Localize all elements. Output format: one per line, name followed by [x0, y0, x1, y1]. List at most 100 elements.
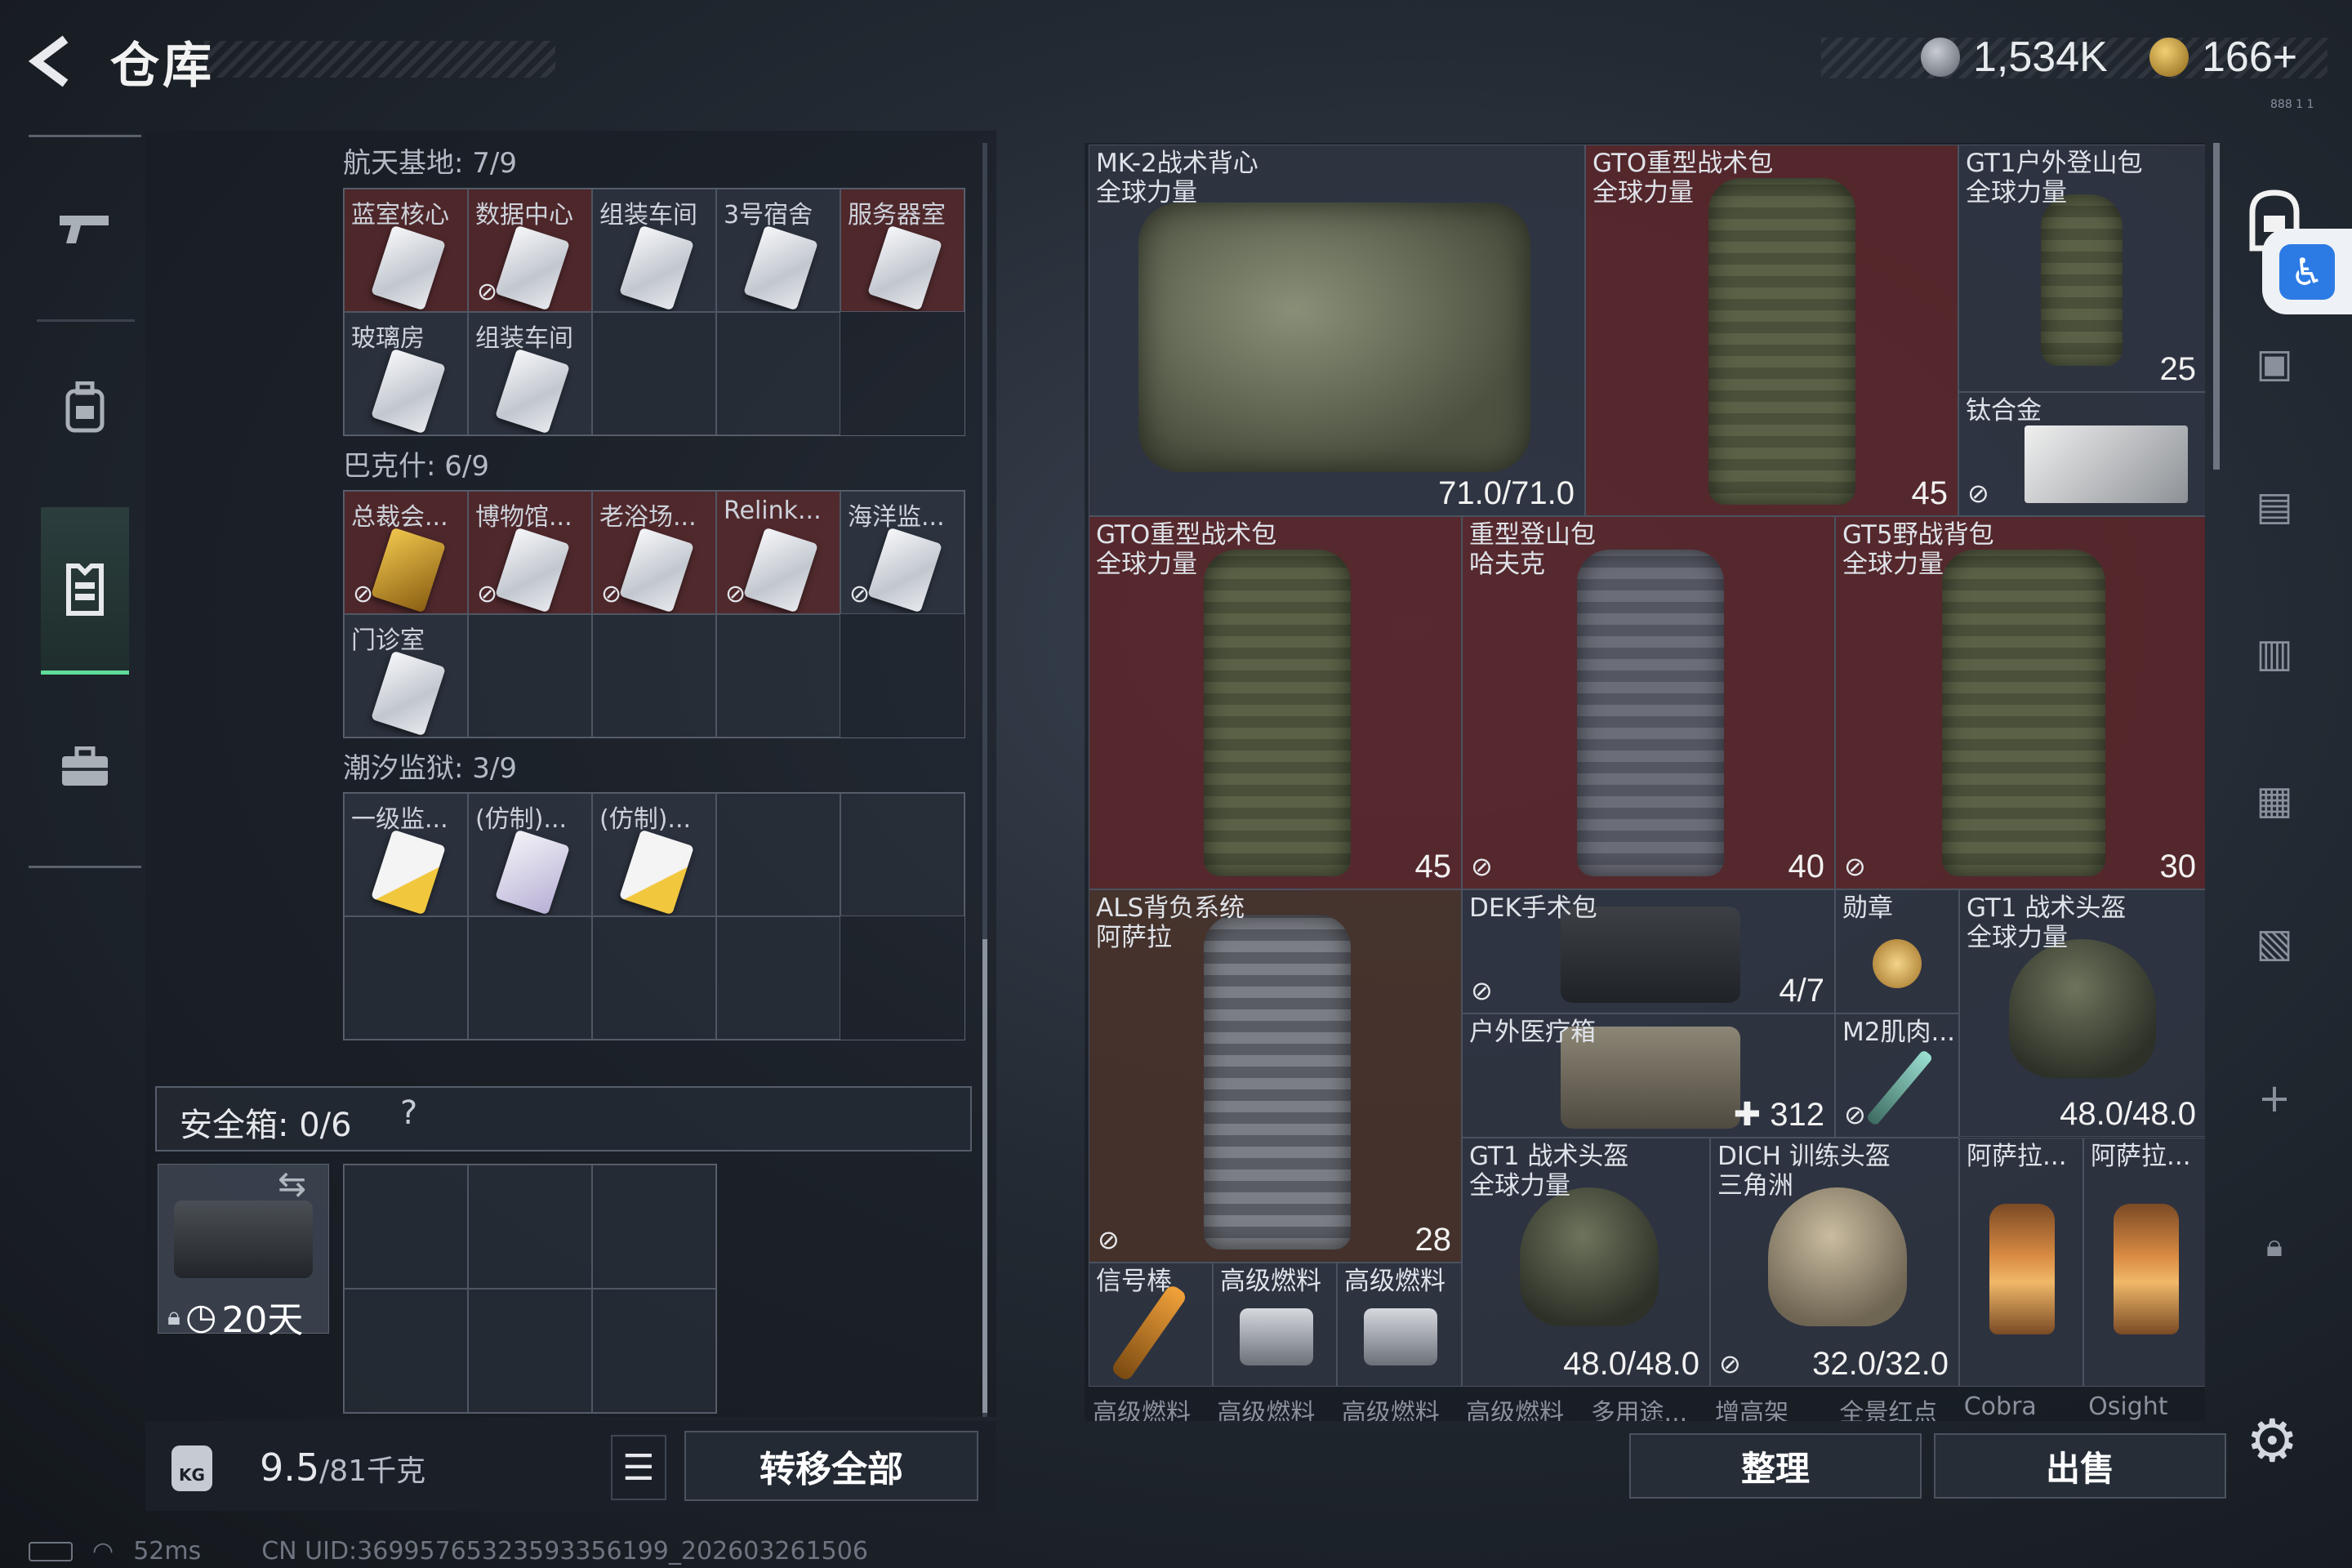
empty-slot[interactable] [592, 312, 716, 435]
item-name-partial[interactable]: Cobra [1956, 1392, 2080, 1421]
keycard-slot[interactable]: 组装车间 [468, 312, 592, 435]
stash-item[interactable]: 勋章 [1835, 889, 1959, 1013]
empty-slot[interactable] [592, 916, 716, 1040]
keycard-slot[interactable]: (仿制)... [592, 793, 716, 916]
medal-image [1873, 939, 1922, 988]
safe-case-icon [174, 1200, 313, 1278]
empty-slot[interactable] [344, 1165, 468, 1289]
no-trade-icon: ⊘ [1471, 975, 1493, 1006]
weight-readout: 9.5/81千克 [260, 1446, 425, 1490]
slot-label: 海洋监... [848, 503, 945, 532]
empty-slot[interactable] [716, 614, 840, 737]
stash-page-3-button[interactable]: ▤ [2238, 470, 2311, 543]
item-name-partial[interactable]: 增高架 [1707, 1392, 1831, 1421]
item-name-partial[interactable]: 高级燃料 [1334, 1392, 1458, 1421]
no-trade-icon: ⊘ [1844, 851, 1866, 882]
empty-slot[interactable] [716, 793, 840, 916]
accessibility-button[interactable]: ♿︎ [2262, 229, 2352, 314]
stash-item[interactable]: 户外医疗箱 ✚ 312 [1462, 1013, 1835, 1138]
empty-slot[interactable] [592, 1289, 716, 1413]
empty-slot[interactable] [468, 916, 592, 1040]
keycard-slot[interactable]: 一级监... [344, 793, 468, 916]
currency-silver[interactable]: 1,534K [1921, 31, 2108, 83]
item-name: GTO重型战术包 全球力量 [1592, 149, 1774, 207]
keycard-slot[interactable]: 服务器室 [840, 189, 964, 312]
stash-item[interactable]: 阿萨拉... [1959, 1138, 2083, 1387]
keycard-slot[interactable]: 博物馆... ⊘ [468, 491, 592, 614]
empty-slot[interactable] [468, 1165, 592, 1289]
nav-toolbox[interactable] [41, 723, 129, 811]
keycard-slot[interactable]: 3号宿舍 [716, 189, 840, 312]
left-scrollbar-thumb[interactable] [982, 939, 987, 1413]
empty-slot[interactable] [716, 916, 840, 1040]
item-name-partial[interactable]: 多用途... [1583, 1392, 1707, 1421]
nav-backpack[interactable] [41, 363, 129, 452]
stash-item[interactable]: DEK手术包 ⊘ 4/7 [1462, 889, 1835, 1013]
stash-item[interactable]: GT1 战术头盔 全球力量 48.0/48.0 [1959, 889, 2205, 1137]
item-name-partial[interactable]: 高级燃料 [1458, 1392, 1582, 1421]
empty-slot[interactable] [344, 916, 468, 1040]
item-name-partial[interactable]: 高级燃料 [1209, 1392, 1333, 1421]
stash-item[interactable]: DICH 训练头盔 三角洲 ⊘ 32.0/32.0 [1710, 1138, 1959, 1387]
safe-box-help-icon[interactable]: ? [400, 1094, 417, 1132]
keycard-icon [743, 527, 818, 613]
empty-slot[interactable] [592, 1165, 716, 1289]
stash-item[interactable]: GT1户外登山包 全球力量 25 [1958, 145, 2205, 392]
keycard-slot[interactable]: (仿制)... [468, 793, 592, 916]
keycard-slot[interactable]: Relink... ⊘ [716, 491, 840, 614]
stash-item[interactable]: 高级燃料 [1337, 1263, 1462, 1387]
keycard-slot[interactable]: 门诊室 [344, 614, 468, 737]
stash-item[interactable]: MK-2战术背心 全球力量 71.0/71.0 [1089, 145, 1585, 516]
keycard-icon [371, 348, 446, 434]
sort-button[interactable]: 整理 [1629, 1433, 1922, 1499]
stash-item[interactable]: 钛合金 ⊘ [1958, 392, 2205, 516]
empty-slot[interactable] [344, 1289, 468, 1413]
stash-item[interactable]: 高级燃料 [1213, 1263, 1337, 1387]
back-arrow-icon[interactable] [24, 33, 82, 90]
stash-page-2-button[interactable]: ▣ [2238, 327, 2311, 400]
stash-item[interactable]: GTO重型战术包 全球力量 45 [1585, 145, 1958, 516]
keycard-slot[interactable]: 蓝室核心 [344, 189, 468, 312]
locked-page-button[interactable]: 🔒︎ [2238, 1209, 2311, 1282]
nav-armor[interactable] [41, 507, 129, 675]
keycard-slot[interactable]: 数据中心 ⊘ [468, 189, 592, 312]
stash-item[interactable]: 重型登山包 哈夫克 ⊘ 40 [1462, 516, 1835, 889]
stash-item[interactable]: 阿萨拉... [2083, 1138, 2205, 1387]
keycard-slot[interactable]: 海洋监... ⊘ [840, 491, 964, 614]
swap-icon[interactable]: ⇆ [278, 1164, 306, 1204]
stash-page-4-button[interactable]: ▥ [2238, 617, 2311, 690]
empty-slot[interactable] [468, 614, 592, 737]
item-name-partial[interactable]: Osight [2080, 1392, 2204, 1421]
keycard-icon [495, 225, 570, 311]
keycard-slot[interactable]: 组装车间 [592, 189, 716, 312]
stash-item[interactable]: M2肌肉... ⊘ [1835, 1013, 1959, 1138]
keycard-slot[interactable]: 总裁会... ⊘ [344, 491, 468, 614]
helmet-image [2009, 939, 2156, 1078]
nav-weapons[interactable] [41, 184, 129, 272]
stash-page-5-button[interactable]: ▦ [2238, 764, 2311, 837]
item-name: 高级燃料 [1220, 1267, 1321, 1296]
item-name-partial[interactable]: 高级燃料 [1085, 1392, 1209, 1421]
stash-item[interactable]: ALS背负系统 阿萨拉 ⊘ 28 [1089, 889, 1462, 1263]
stash-item[interactable]: GT5野战背包 全球力量 ⊘ 30 [1835, 516, 2205, 889]
stash-item[interactable]: 信号棒 [1089, 1263, 1213, 1387]
right-scrollbar-thumb[interactable] [2213, 143, 2220, 470]
gear-icon[interactable]: ⚙ [2246, 1406, 2299, 1475]
empty-slot[interactable] [840, 793, 964, 916]
empty-slot[interactable] [592, 614, 716, 737]
stash-item[interactable]: GTO重型战术包 全球力量 45 [1089, 516, 1462, 889]
list-view-button[interactable]: ☰ [611, 1435, 666, 1500]
empty-slot[interactable] [716, 312, 840, 435]
item-name: GT1户外登山包 全球力量 [1966, 149, 2143, 207]
stash-item[interactable]: GT1 战术头盔 全球力量 48.0/48.0 [1462, 1138, 1710, 1387]
keycard-slot[interactable]: 玻璃房 [344, 312, 468, 435]
keycard-slot[interactable]: 老浴场... ⊘ [592, 491, 716, 614]
currency-gold[interactable]: 166+ [2149, 31, 2297, 83]
add-page-button[interactable]: + [2238, 1062, 2311, 1135]
transfer-all-button[interactable]: 转移全部 [684, 1431, 978, 1501]
gun-icon [60, 216, 109, 243]
stash-page-6-button[interactable]: ▧ [2238, 906, 2311, 980]
sell-button[interactable]: 出售 [1934, 1433, 2226, 1499]
item-name-partial[interactable]: 全景红点 [1831, 1392, 1955, 1421]
empty-slot[interactable] [468, 1289, 592, 1413]
